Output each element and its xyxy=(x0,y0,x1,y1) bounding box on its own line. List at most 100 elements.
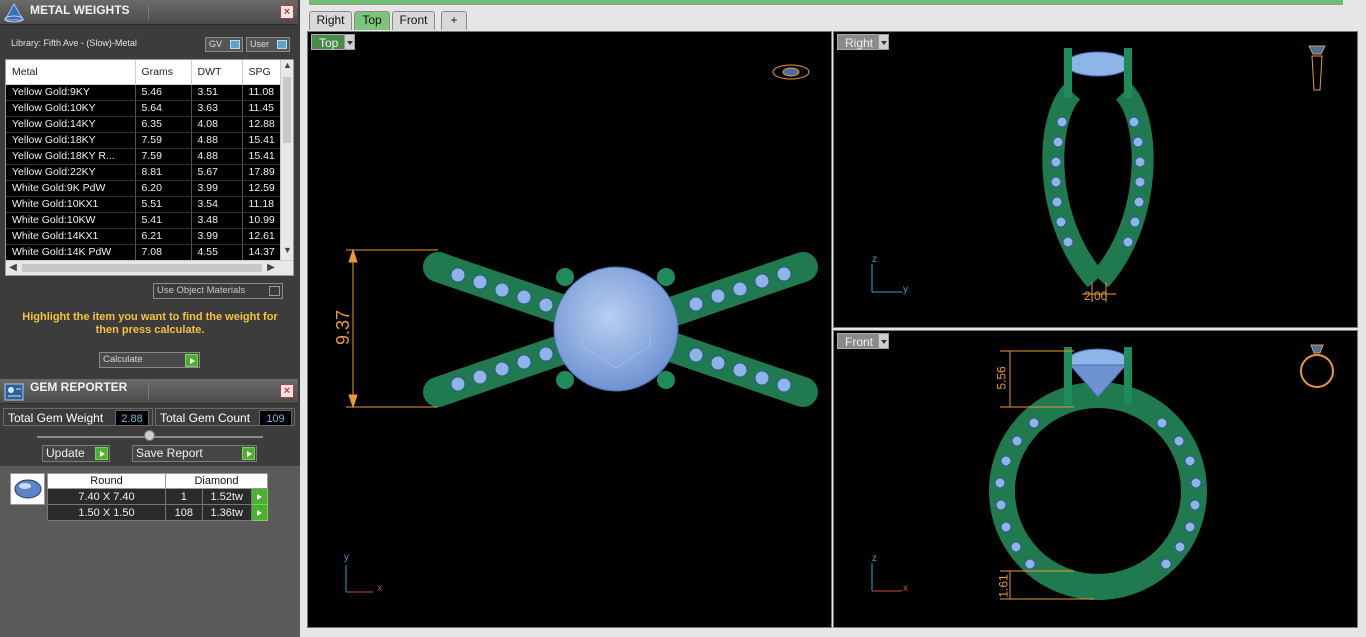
gv-toggle[interactable]: GV xyxy=(205,37,243,52)
shape-header: Round xyxy=(47,473,166,489)
tab-right[interactable]: Right xyxy=(309,11,352,30)
toggle-knob-icon xyxy=(277,40,287,49)
tab-top[interactable]: Top xyxy=(354,11,390,30)
top-dimension-label: 9.37 xyxy=(333,309,353,345)
spg-value: 15.41 xyxy=(242,148,283,165)
metal-name: Yellow Gold:18KY R... xyxy=(6,148,136,165)
view-dropdown-icon[interactable] xyxy=(878,34,889,50)
add-tab-button[interactable]: + xyxy=(441,11,467,30)
spg-value: 10.99 xyxy=(242,212,283,229)
grams-value: 7.08 xyxy=(135,244,192,261)
gem-reporter-header: GEM REPORTER × xyxy=(0,379,298,404)
metal-name: Yellow Gold:9KY xyxy=(6,84,136,101)
dwt-value: 4.88 xyxy=(191,148,243,165)
grams-value: 7.59 xyxy=(135,148,192,165)
gem-count: 108 xyxy=(165,504,203,521)
scroll-left-icon[interactable]: ◀ xyxy=(6,261,20,275)
scrollbar-thumb[interactable] xyxy=(22,264,262,272)
view-dropdown-icon[interactable] xyxy=(344,34,355,50)
axis-x-label: x xyxy=(903,583,908,594)
table-row[interactable]: Yellow Gold:9KY 5.46 3.51 11.08 xyxy=(6,84,283,101)
scroll-right-icon[interactable]: ▶ xyxy=(264,261,278,275)
gem-weight: 1.36tw xyxy=(201,504,252,521)
view-orientation-icon xyxy=(1308,45,1326,91)
table-row[interactable]: White Gold:10KW 5.41 3.48 10.99 xyxy=(6,212,283,229)
spg-value: 12.88 xyxy=(242,116,283,133)
right-view-label[interactable]: Right xyxy=(837,34,882,50)
table-row[interactable]: Yellow Gold:22KY 8.81 5.67 17.89 xyxy=(6,164,283,181)
table-row[interactable]: Yellow Gold:10KY 5.64 3.63 11.45 xyxy=(6,100,283,117)
save-report-button[interactable]: Save Report xyxy=(132,445,257,462)
select-row-arrow-icon[interactable] xyxy=(250,488,269,505)
top-view-label[interactable]: Top xyxy=(311,34,347,50)
table-row[interactable]: 1.50 X 1.50 108 1.36tw xyxy=(47,504,269,521)
spg-value: 15.41 xyxy=(242,132,283,149)
right-view-ring-drawing xyxy=(871,45,1326,302)
front-viewport[interactable]: 5.56 1.61 z x Front xyxy=(833,330,1358,628)
grams-value: 5.51 xyxy=(135,196,192,213)
metal-name: White Gold:9K PdW xyxy=(6,180,136,197)
column-header-dwt[interactable]: DWT xyxy=(191,60,243,85)
grams-value: 6.35 xyxy=(135,116,192,133)
instruction-text: Highlight the item you want to find the … xyxy=(22,311,278,336)
panel-drag-handle[interactable] xyxy=(148,4,278,20)
spg-value: 14.37 xyxy=(242,244,283,261)
left-panel: METAL WEIGHTS × Library: Fifth Ave - (Sl… xyxy=(0,0,300,637)
table-row[interactable]: White Gold:9K PdW 6.20 3.99 12.59 xyxy=(6,180,283,197)
grams-value: 7.59 xyxy=(135,132,192,149)
user-toggle[interactable]: User xyxy=(246,37,290,52)
select-row-arrow-icon[interactable] xyxy=(250,504,269,521)
column-header-metal[interactable]: Metal xyxy=(6,60,136,85)
play-arrow-icon[interactable] xyxy=(95,447,108,460)
table-row[interactable]: White Gold:14K PdW 7.08 4.55 14.37 xyxy=(6,244,283,261)
material-header: Diamond xyxy=(165,473,268,489)
spg-value: 11.18 xyxy=(242,196,283,213)
use-object-materials-checkbox[interactable]: Use Object Materials xyxy=(153,283,283,299)
scrollbar-thumb[interactable] xyxy=(283,77,291,143)
center-gem xyxy=(553,266,679,392)
spg-value: 11.08 xyxy=(242,84,283,101)
top-viewport[interactable]: 9.37 y x Top xyxy=(307,31,832,628)
right-viewport[interactable]: 2.00 z y Right xyxy=(833,31,1358,328)
dwt-value: 4.55 xyxy=(191,244,243,261)
tab-front[interactable]: Front xyxy=(392,11,435,30)
play-arrow-icon[interactable] xyxy=(185,354,198,367)
metal-weights-icon xyxy=(4,2,24,23)
spg-value: 11.45 xyxy=(242,100,283,117)
update-button[interactable]: Update xyxy=(42,445,110,462)
checkbox-icon[interactable] xyxy=(269,286,280,296)
front-view-label[interactable]: Front xyxy=(837,333,882,349)
gem-reporter-close-icon[interactable]: × xyxy=(280,384,294,398)
table-row[interactable]: Yellow Gold:18KY 7.59 4.88 15.41 xyxy=(6,132,283,149)
dwt-value: 3.99 xyxy=(191,228,243,245)
table-row[interactable]: White Gold:14KX1 6.21 3.99 12.61 xyxy=(6,228,283,245)
scroll-up-icon[interactable]: ▲ xyxy=(281,60,293,74)
table-row[interactable]: Yellow Gold:14KY 6.35 4.08 12.88 xyxy=(6,116,283,133)
report-slider-knob[interactable] xyxy=(144,430,155,441)
table-horizontal-scrollbar[interactable]: ◀ ▶ xyxy=(6,260,293,275)
calculate-button[interactable]: Calculate xyxy=(99,352,200,368)
table-row[interactable]: 7.40 X 7.40 1 1.52tw xyxy=(47,488,269,505)
axis-gizmo xyxy=(345,565,373,593)
panel-drag-handle[interactable] xyxy=(148,383,278,399)
view-dropdown-icon[interactable] xyxy=(878,333,889,349)
column-header-grams[interactable]: Grams xyxy=(135,60,192,85)
metal-name: Yellow Gold:22KY xyxy=(6,164,136,181)
scroll-down-icon[interactable]: ▼ xyxy=(281,245,293,259)
gem-report-table: Round Diamond 7.40 X 7.40 1 1.52tw 1.50 … xyxy=(47,473,269,521)
metal-weights-close-icon[interactable]: × xyxy=(280,5,294,19)
dwt-value: 3.63 xyxy=(191,100,243,117)
total-gem-weight-value: 2.88 xyxy=(115,410,149,426)
gv-toggle-label: GV xyxy=(209,39,223,49)
save-report-label: Save Report xyxy=(136,446,203,460)
front-view-ring-drawing xyxy=(871,344,1334,600)
dwt-value: 4.08 xyxy=(191,116,243,133)
table-vertical-scrollbar[interactable]: ▲ ▼ xyxy=(280,60,293,260)
table-row[interactable]: White Gold:10KX1 5.51 3.54 11.18 xyxy=(6,196,283,213)
metal-name: White Gold:10KX1 xyxy=(6,196,136,213)
column-header-spg[interactable]: SPG xyxy=(242,60,283,85)
metal-name: White Gold:10KW xyxy=(6,212,136,229)
play-arrow-icon[interactable] xyxy=(242,447,255,460)
round-gem-thumbnail-icon xyxy=(10,473,45,505)
table-row[interactable]: Yellow Gold:18KY R... 7.59 4.88 15.41 xyxy=(6,148,283,165)
